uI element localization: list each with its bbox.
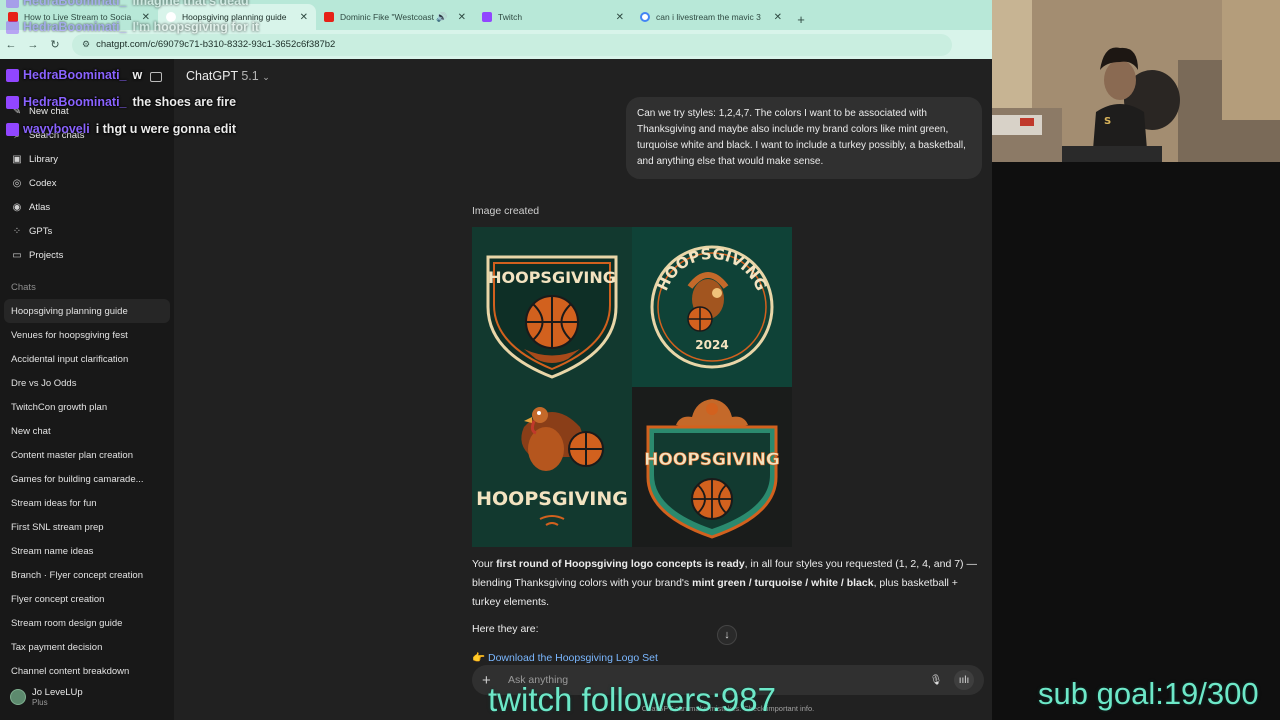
chat-item[interactable]: Games for building camarade... (4, 467, 170, 491)
stream-chat-message: wavyboveli i thgt u were gonna edit (6, 122, 236, 136)
image-created-label: Image created (472, 205, 540, 217)
avatar (10, 689, 26, 705)
sidebar-item-codex[interactable]: ◎ Codex (0, 171, 174, 195)
here-they-are: Here they are: (472, 623, 539, 635)
badge-logo-graphic: HOOPSGIVING 2024 (650, 245, 774, 369)
address-bar[interactable]: ⚙ chatgpt.com/c/69079c71-b310-8332-93c1-… (72, 33, 952, 56)
logo-concept-badge[interactable]: HOOPSGIVING 2024 (632, 227, 792, 387)
followers-counter: twitch followers:987 (488, 681, 776, 718)
gpts-icon: ⁘ (12, 225, 22, 237)
youtube-icon (324, 12, 334, 22)
sidebar: ⚛ ✎New chat ⌕Search chats ▣Library ◎Code… (0, 59, 174, 720)
generated-image-grid[interactable]: HOOPSGIVING HOOPSGIVING 2024 HOOPSGIVING… (472, 227, 792, 547)
download-link[interactable]: 👉 Download the Hoopsgiving Logo Set (472, 651, 658, 664)
chat-item[interactable]: Flyer concept creation (4, 587, 170, 611)
url-text: chatgpt.com/c/69079c71-b310-8332-93c1-36… (96, 39, 336, 50)
user-name: Jo LeveLUp (32, 687, 83, 698)
reload-icon[interactable]: ↻ (44, 38, 66, 51)
microphone-icon[interactable]: 🎙 (926, 670, 946, 690)
chat-item[interactable]: New chat (4, 419, 170, 443)
webcam-scene-graphic: S (992, 0, 1280, 162)
logo-text: HOOPSGIVING (644, 450, 780, 470)
sidebar-toggle-icon[interactable] (149, 72, 162, 82)
shield-logo-graphic: HOOPSGIVING (486, 255, 618, 379)
twitch-badge-icon (6, 95, 19, 109)
new-tab-button[interactable]: + (790, 8, 812, 30)
atlas-icon: ◉ (12, 201, 22, 213)
logo-concept-shield[interactable]: HOOPSGIVING (472, 227, 632, 387)
webcam-feed: S (992, 0, 1280, 162)
site-info-icon[interactable]: ⚙ (82, 39, 90, 50)
model-name: ChatGPT (186, 69, 238, 83)
folder-icon: ▭ (12, 249, 22, 261)
chats-section-label: Chats (11, 282, 36, 293)
user-message: Can we try styles: 1,2,4,7. The colors I… (626, 97, 982, 179)
chat-item[interactable]: TwitchCon growth plan (4, 395, 170, 419)
close-tab-icon[interactable]: ✕ (458, 12, 466, 23)
stream-chat-message: HedraBoominati_ I'm hoopsgiving for it (6, 20, 259, 34)
chat-item[interactable]: Venues for hoopsgiving fest (4, 323, 170, 347)
chat-history-list: Hoopsgiving planning guide Venues for ho… (4, 299, 170, 683)
tab-twitch[interactable]: Twitch ✕ (474, 4, 632, 30)
close-tab-icon[interactable]: ✕ (300, 12, 308, 23)
main-panel: ChatGPT 5.1 ⌄ Can we try styles: 1,2,4,7… (174, 59, 992, 720)
twitch-badge-icon (6, 0, 19, 8)
twitch-icon (482, 12, 492, 22)
sidebar-item-projects[interactable]: ▭ Projects (0, 243, 174, 267)
library-icon: ▣ (12, 153, 22, 165)
google-icon (640, 12, 650, 22)
chat-item[interactable]: Accidental input clarification (4, 347, 170, 371)
chat-item[interactable]: Content master plan creation (4, 443, 170, 467)
tab-dominic-fike[interactable]: Dominic Fike "Westcoast 🔊 ✕ (316, 4, 474, 30)
chat-item[interactable]: Stream name ideas (4, 539, 170, 563)
mascot-logo-graphic: HOOPSGIVING (476, 407, 628, 526)
speaker-icon[interactable]: 🔊 (436, 12, 447, 23)
twitch-badge-icon (6, 122, 19, 136)
user-menu[interactable]: Jo LeveLUp Plus (10, 687, 83, 707)
stream-chat-message: HedraBoominati_ imagine that's dead (6, 0, 249, 8)
chat-item[interactable]: Dre vs Jo Odds (4, 371, 170, 395)
voice-mode-icon[interactable]: ıılı (954, 670, 974, 690)
tab-google-mavic[interactable]: can i livestream the mavic 3 ✕ (632, 4, 790, 30)
assistant-reply: Your first round of Hoopsgiving logo con… (472, 558, 977, 608)
chat-item[interactable]: Channel content breakdown (4, 659, 170, 683)
logo-concept-crest[interactable]: HOOPSGIVING (632, 387, 792, 547)
sidebar-item-gpts[interactable]: ⁘ GPTs (0, 219, 174, 243)
close-tab-icon[interactable]: ✕ (616, 12, 624, 23)
twitch-badge-icon (6, 68, 19, 82)
logo-year: 2024 (695, 338, 728, 352)
arrow-down-icon: ↓ (724, 629, 730, 641)
model-version: 5.1 (241, 69, 259, 83)
scroll-down-button[interactable]: ↓ (717, 625, 737, 645)
logo-concept-mascot[interactable]: HOOPSGIVING (472, 387, 632, 547)
forward-icon[interactable]: → (22, 39, 44, 51)
svg-text:S: S (1104, 116, 1111, 127)
chat-item[interactable]: Tax payment decision (4, 635, 170, 659)
model-selector[interactable]: ChatGPT 5.1 ⌄ (186, 69, 270, 83)
user-plan: Plus (32, 698, 48, 707)
crest-logo-graphic: HOOPSGIVING (644, 399, 780, 539)
logo-text: HOOPSGIVING (488, 268, 616, 287)
chat-item[interactable]: Hoopsgiving planning guide (4, 299, 170, 323)
twitch-badge-icon (6, 20, 19, 34)
stream-chat-message: HedraBoominati_ the shoes are fire (6, 95, 236, 109)
chat-item[interactable]: Branch · Flyer concept creation (4, 563, 170, 587)
sidebar-item-atlas[interactable]: ◉ Atlas (0, 195, 174, 219)
address-row: ← → ↻ ⚙ chatgpt.com/c/69079c71-b310-8332… (0, 30, 992, 59)
chat-item[interactable]: First SNL stream prep (4, 515, 170, 539)
codex-icon: ◎ (12, 177, 22, 189)
sidebar-item-library[interactable]: ▣ Library (0, 147, 174, 171)
close-tab-icon[interactable]: ✕ (774, 12, 782, 23)
stream-chat-message: HedraBoominati_ w (6, 68, 142, 82)
logo-text: HOOPSGIVING (476, 488, 628, 510)
back-icon[interactable]: ← (0, 39, 22, 51)
chat-item[interactable]: Stream room design guide (4, 611, 170, 635)
sub-goal-counter: sub goal:19/300 (1038, 676, 1259, 711)
chevron-down-icon: ⌄ (262, 72, 270, 82)
chat-item[interactable]: Stream ideas for fun (4, 491, 170, 515)
